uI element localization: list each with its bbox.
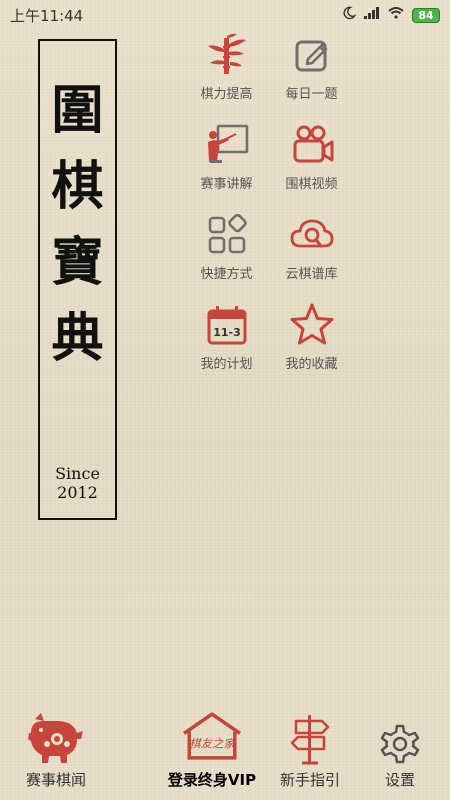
title-char-1: 圍 (51, 80, 104, 141)
battery-icon: 84 (412, 7, 440, 23)
title-char-3: 寶 (51, 232, 104, 293)
title-char-4: 典 (51, 308, 104, 369)
feature-shortcuts[interactable]: 快捷方式 (184, 211, 269, 293)
status-bar: 上午11:44 84 (0, 0, 450, 30)
feature-my-plan[interactable]: 11-3 我的计划 (184, 301, 269, 383)
lecture-icon (203, 121, 251, 169)
house-logo-icon: 棋友之家 (177, 705, 247, 765)
calendar-date-text: 11-3 (213, 326, 241, 339)
star-icon (288, 301, 336, 349)
feature-match-commentary[interactable]: 赛事讲解 (184, 121, 269, 203)
edit-note-icon (288, 31, 336, 79)
feature-label: 赛事讲解 (200, 177, 253, 192)
feature-my-favorites[interactable]: 我的收藏 (269, 301, 354, 383)
video-camera-icon (288, 121, 336, 169)
feature-improve-skill[interactable]: 棋力提高 (184, 31, 269, 113)
calendar-icon: 11-3 (203, 301, 251, 349)
app-screen: 上午11:44 84 圍 棋 寶 典 Since 2012 棋力提高 每日一题 … (0, 0, 450, 800)
feature-go-video[interactable]: 围棋视频 (269, 121, 354, 203)
nav-vip-login[interactable]: 棋友之家 登录终身VIP (157, 705, 267, 790)
bottom-nav: 赛事棋闻 棋友之家 登录终身VIP 新手指引 设置 (0, 700, 450, 800)
bamboo-icon (203, 31, 251, 79)
since-label: Since 2012 (55, 464, 100, 502)
status-icons: 84 (342, 6, 440, 24)
cloud-search-icon (288, 211, 336, 259)
nav-label: 登录终身VIP (167, 771, 257, 789)
feature-label: 棋力提高 (200, 87, 253, 102)
feature-label: 快捷方式 (200, 267, 253, 282)
feature-cloud-game-library[interactable]: 云棋谱库 (269, 211, 354, 293)
wifi-icon (388, 7, 404, 23)
moon-icon (342, 6, 357, 24)
feature-label: 我的计划 (200, 357, 253, 372)
house-logo-text: 棋友之家 (189, 736, 236, 750)
signal-icon (364, 7, 380, 23)
app-title-panel: 圍 棋 寶 典 Since 2012 (38, 39, 117, 520)
shortcut-grid-icon (203, 211, 251, 259)
nav-settings[interactable]: 设置 (345, 705, 450, 790)
status-time: 上午11:44 (10, 6, 84, 25)
app-title: 圍 棋 寶 典 (40, 79, 115, 371)
signpost-icon (275, 705, 345, 765)
feature-label: 每日一题 (285, 87, 338, 102)
feature-grid: 棋力提高 每日一题 赛事讲解 围棋视频 快捷方式 云棋谱库 11-3 我的计划 … (184, 31, 364, 372)
feature-label: 围棋视频 (285, 177, 338, 192)
feature-daily-problem[interactable]: 每日一题 (269, 31, 354, 113)
paper-cut-pig-icon (21, 705, 91, 765)
gear-icon (365, 705, 435, 765)
nav-label: 新手指引 (279, 771, 340, 789)
nav-label: 设置 (384, 771, 415, 789)
title-char-2: 棋 (51, 156, 104, 217)
feature-label: 云棋谱库 (285, 267, 338, 282)
nav-match-news[interactable]: 赛事棋闻 (1, 705, 111, 790)
nav-label: 赛事棋闻 (25, 771, 86, 789)
feature-label: 我的收藏 (285, 357, 338, 372)
